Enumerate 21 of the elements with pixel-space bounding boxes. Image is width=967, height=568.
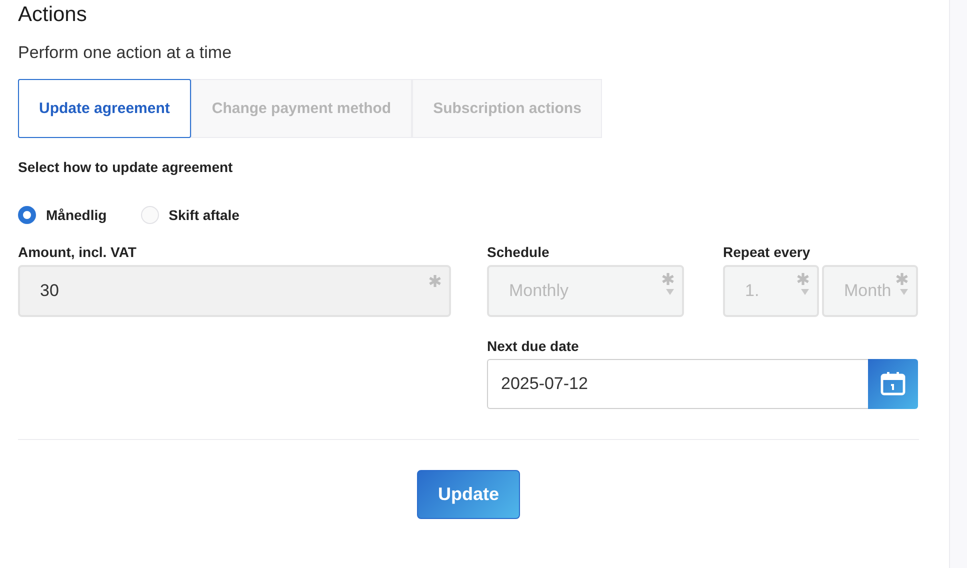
prompt-text: Select how to update agreement: [18, 158, 234, 176]
field-label: Schedule: [487, 243, 550, 262]
tab[interactable]: Change payment method: [190, 79, 412, 138]
radio-button[interactable]: [18, 206, 36, 224]
update-button[interactable]: Update: [417, 470, 520, 519]
date-field[interactable]: 2025-07-12: [487, 359, 868, 409]
calendar-icon: [880, 371, 906, 397]
radio-label[interactable]: Skift aftale: [168, 207, 240, 223]
subtitle: Perform one action at a time: [18, 42, 233, 64]
caret-icon: [666, 289, 674, 295]
field-label: Next due date: [487, 337, 580, 356]
tab[interactable]: Subscription actions: [412, 79, 602, 138]
calendar-button[interactable]: [868, 359, 918, 409]
radio-label[interactable]: Månedlig: [46, 207, 107, 223]
section-heading: Actions: [18, 3, 88, 27]
field-label: Repeat every: [723, 243, 812, 262]
field-label: Amount, incl. VAT: [18, 243, 138, 262]
amount-field[interactable]: 30: [18, 265, 451, 317]
tab[interactable]: Update agreement: [18, 79, 191, 138]
caret-icon: [801, 289, 809, 295]
caret-icon: [900, 289, 908, 295]
